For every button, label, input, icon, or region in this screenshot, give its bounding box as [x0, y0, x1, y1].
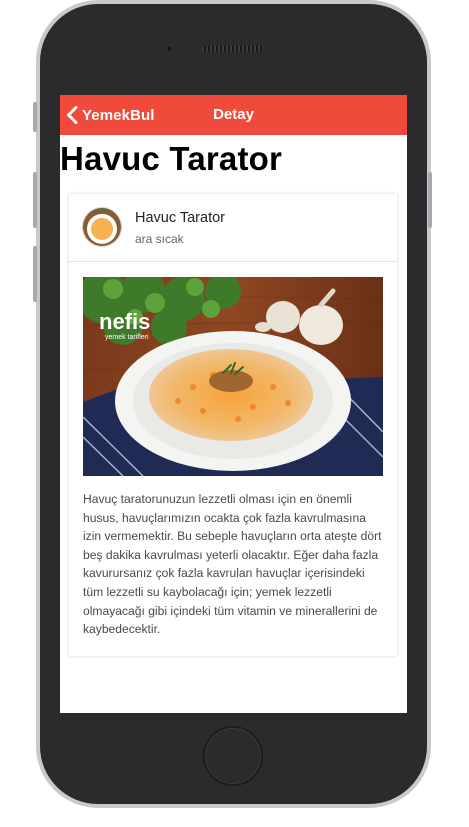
- nav-title: Detay: [213, 106, 254, 123]
- app-screen: YemekBul Detay Havuc Tarator Havuc Tarat…: [60, 95, 407, 713]
- card-subtitle: ara sıcak: [135, 232, 184, 246]
- home-button[interactable]: [203, 726, 263, 786]
- volume-up-button: [33, 172, 37, 228]
- recipe-card: Havuc Tarator ara sıcak nefis yemek tari…: [69, 194, 397, 656]
- page-title: Havuc Tarator: [60, 140, 283, 177]
- card-title: Havuc Tarator: [135, 210, 225, 226]
- avatar: [83, 208, 121, 246]
- svg-text:nefis: nefis: [99, 309, 150, 334]
- svg-text:yemek tarifleri: yemek tarifleri: [105, 334, 149, 341]
- recipe-description: Havuç taratorunuzun lezzetli olması için…: [83, 492, 382, 637]
- earpiece-speaker: [202, 45, 263, 52]
- nefis-logo: nefis yemek tarifleri: [99, 309, 150, 341]
- recipe-image: nefis yemek tarifleri: [83, 277, 383, 476]
- power-button: [428, 172, 432, 228]
- card-header: Havuc Tarator ara sıcak: [69, 194, 397, 262]
- front-camera: [166, 45, 173, 52]
- volume-down-button: [33, 246, 37, 302]
- mute-switch: [33, 102, 37, 132]
- navigation-bar: YemekBul Detay: [60, 95, 407, 135]
